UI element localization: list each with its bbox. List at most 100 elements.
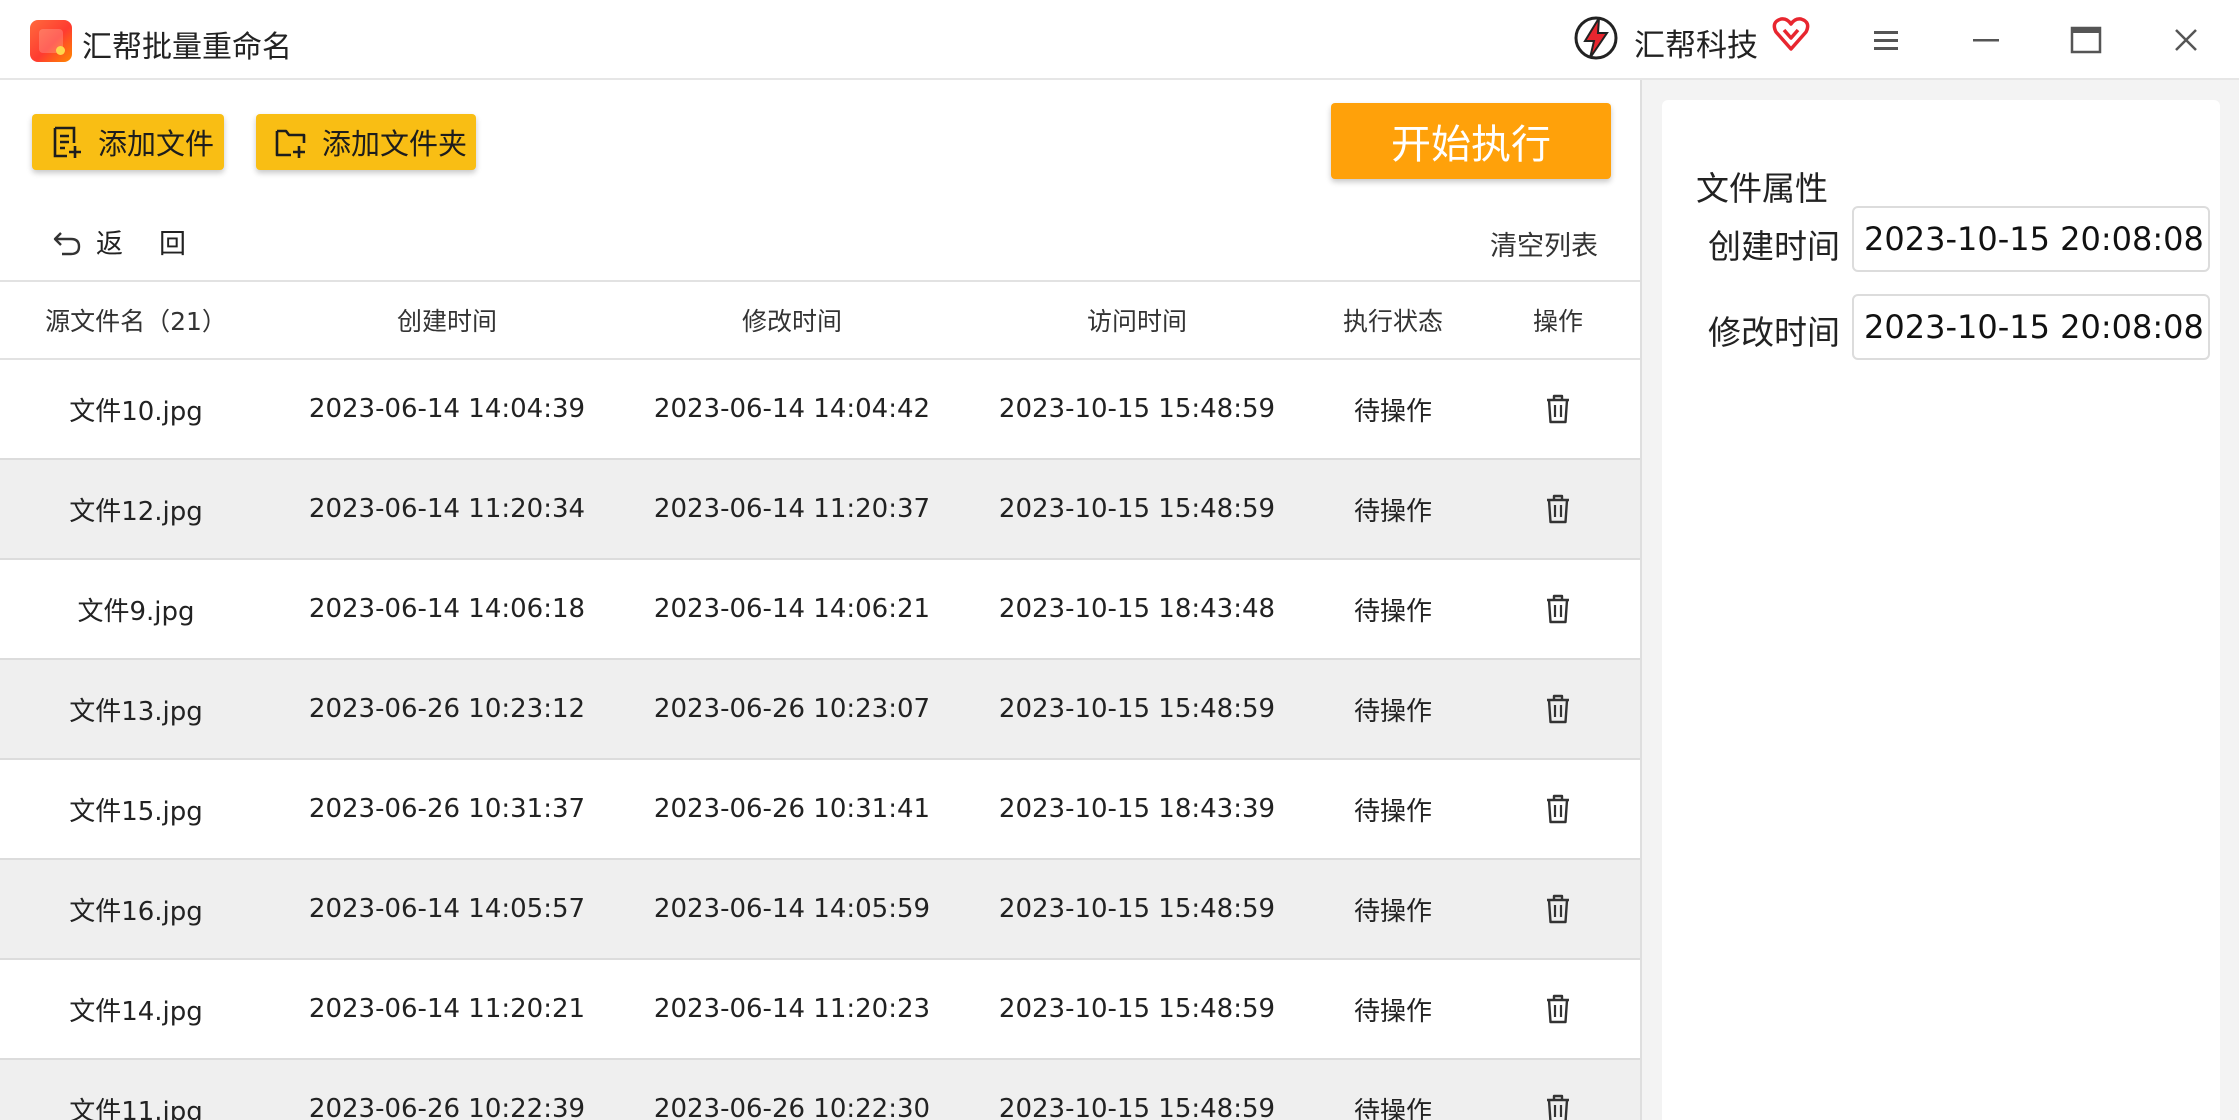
- cell-filename: 文件10.jpg: [69, 396, 203, 427]
- created-time-input[interactable]: [1852, 206, 2210, 272]
- cell-accessed-time: 2023-10-15 18:43:48: [998, 594, 1276, 624]
- header-created-time[interactable]: 创建时间: [272, 282, 622, 358]
- cell-created-time: 2023-06-14 14:05:57: [308, 894, 586, 924]
- cell-modified-time: 2023-06-14 14:04:42: [653, 394, 931, 424]
- trash-icon[interactable]: [1543, 893, 1573, 925]
- table-row[interactable]: 文件15.jpg 2023-06-26 10:31:37 2023-06-26 10…: [0, 760, 1642, 860]
- cell-status: 待操作: [1353, 596, 1432, 627]
- cell-status: 待操作: [1353, 496, 1432, 527]
- cell-accessed-time: 2023-10-15 15:48:59: [998, 1094, 1276, 1120]
- cell-status: 待操作: [1353, 696, 1432, 727]
- table-row[interactable]: 文件12.jpg 2023-06-14 11:20:34 2023-06-14 11…: [0, 460, 1642, 560]
- cell-created-time: 2023-06-14 14:06:18: [308, 594, 586, 624]
- menu-icon[interactable]: [1866, 20, 1906, 60]
- cell-modified-time: 2023-06-14 14:05:59: [653, 894, 931, 924]
- cell-actions: [1474, 460, 1642, 558]
- app-title: 汇帮批量重命名: [82, 30, 292, 65]
- cell-created-time: 2023-06-14 11:20:21: [308, 994, 586, 1024]
- created-time-label: 创建时间: [1708, 227, 1840, 266]
- cell-modified-time: 2023-06-14 14:06:21: [653, 594, 931, 624]
- cell-accessed-time: 2023-10-15 15:48:59: [998, 994, 1276, 1024]
- cell-accessed-time: 2023-10-15 15:48:59: [998, 394, 1276, 424]
- table-row[interactable]: 文件11.jpg 2023-06-26 10:22:39 2023-06-26 10…: [0, 1060, 1642, 1120]
- back-button[interactable]: 返回: [52, 222, 222, 261]
- table-body: 文件10.jpg 2023-06-14 14:04:39 2023-06-14 14…: [0, 360, 1642, 1120]
- cell-status: 待操作: [1353, 1096, 1432, 1120]
- brand-logo-icon: [1574, 16, 1618, 60]
- cell-created-time: 2023-06-26 10:22:39: [308, 1094, 586, 1120]
- cell-created-time: 2023-06-14 14:04:39: [308, 394, 586, 424]
- cell-status: 待操作: [1353, 396, 1432, 427]
- undo-arrow-icon: [53, 231, 81, 255]
- vip-heart-icon[interactable]: [1772, 16, 1810, 52]
- table-row[interactable]: 文件9.jpg 2023-06-14 14:06:18 2023-06-14 14:…: [0, 560, 1642, 660]
- table-row[interactable]: 文件16.jpg 2023-06-14 14:05:57 2023-06-14 14…: [0, 860, 1642, 960]
- brand-name: 汇帮科技: [1634, 28, 1758, 64]
- cell-accessed-time: 2023-10-15 18:43:39: [998, 794, 1276, 824]
- cell-filename: 文件14.jpg: [69, 996, 203, 1027]
- table-row[interactable]: 文件14.jpg 2023-06-14 11:20:21 2023-06-14 11…: [0, 960, 1642, 1060]
- trash-icon[interactable]: [1543, 593, 1573, 625]
- cell-filename: 文件11.jpg: [69, 1096, 203, 1120]
- header-status: 执行状态: [1342, 307, 1443, 336]
- properties-panel: 文件属性 创建时间 修改时间: [1642, 80, 2239, 1120]
- header-source-filename[interactable]: 源文件名（21）: [0, 282, 272, 358]
- cell-modified-time: 2023-06-26 10:23:07: [653, 694, 931, 724]
- minimize-icon[interactable]: [1966, 20, 2006, 60]
- cell-created-time: 2023-06-26 10:23:12: [308, 694, 586, 724]
- cell-filename: 文件9.jpg: [77, 596, 195, 627]
- start-button[interactable]: 开始执行: [1331, 103, 1611, 179]
- cell-accessed-time: 2023-10-15 15:48:59: [998, 494, 1276, 524]
- trash-icon[interactable]: [1543, 393, 1573, 425]
- trash-icon[interactable]: [1543, 693, 1573, 725]
- close-icon[interactable]: [2166, 20, 2206, 60]
- cell-accessed-time: 2023-10-15 15:48:59: [998, 694, 1276, 724]
- table-row[interactable]: 文件13.jpg 2023-06-26 10:23:12 2023-06-26 10…: [0, 660, 1642, 760]
- cell-actions: [1474, 860, 1642, 958]
- maximize-icon[interactable]: [2066, 20, 2106, 60]
- title-bar: 汇帮批量重命名 汇帮科技: [0, 0, 2239, 80]
- cell-modified-time: 2023-06-26 10:31:41: [653, 794, 931, 824]
- cell-filename: 文件16.jpg: [69, 896, 203, 927]
- cell-filename: 文件13.jpg: [69, 696, 203, 727]
- add-file-label: 添加文件: [98, 127, 215, 161]
- cell-filename: 文件12.jpg: [69, 496, 203, 527]
- table-header: 源文件名（21） 创建时间 修改时间 访问时间 执行状态 操作: [0, 280, 1642, 360]
- trash-icon[interactable]: [1543, 493, 1573, 525]
- cell-modified-time: 2023-06-14 11:20:37: [653, 494, 931, 524]
- cell-status: 待操作: [1353, 796, 1432, 827]
- table-row[interactable]: 文件10.jpg 2023-06-14 14:04:39 2023-06-14 14…: [0, 360, 1642, 460]
- cell-actions: [1474, 1060, 1642, 1120]
- cell-actions: [1474, 560, 1642, 658]
- header-actions: 操作: [1532, 307, 1583, 336]
- header-accessed-time[interactable]: 访问时间: [962, 282, 1312, 358]
- trash-icon[interactable]: [1543, 993, 1573, 1025]
- cell-actions: [1474, 760, 1642, 858]
- cell-created-time: 2023-06-14 11:20:34: [308, 494, 586, 524]
- trash-icon[interactable]: [1543, 1093, 1573, 1120]
- cell-status: 待操作: [1353, 896, 1432, 927]
- app-logo-icon: [30, 20, 72, 62]
- modified-time-label: 修改时间: [1708, 313, 1840, 352]
- properties-title: 文件属性: [1696, 169, 1828, 208]
- cell-filename: 文件15.jpg: [69, 796, 203, 827]
- trash-icon[interactable]: [1543, 793, 1573, 825]
- add-file-button[interactable]: 添加文件: [32, 114, 224, 170]
- add-folder-icon: [275, 129, 306, 158]
- cell-modified-time: 2023-06-14 11:20:23: [653, 994, 931, 1024]
- properties-card: 文件属性 创建时间 修改时间: [1662, 100, 2220, 1120]
- clear-list-button[interactable]: 清空列表: [1490, 224, 1598, 263]
- back-label: 返回: [96, 229, 222, 260]
- add-folder-button[interactable]: 添加文件夹: [256, 114, 476, 170]
- file-list-panel: 添加文件 添加文件夹 开始执行 返回 清空列表 源文件名（21） 创建时间 修改…: [0, 80, 1642, 1120]
- header-modified-time[interactable]: 修改时间: [622, 282, 962, 358]
- cell-actions: [1474, 360, 1642, 458]
- cell-actions: [1474, 660, 1642, 758]
- cell-modified-time: 2023-06-26 10:22:30: [653, 1094, 931, 1120]
- add-folder-label: 添加文件夹: [322, 127, 468, 161]
- modified-time-input[interactable]: [1852, 294, 2210, 360]
- add-file-icon: [53, 126, 81, 158]
- cell-accessed-time: 2023-10-15 15:48:59: [998, 894, 1276, 924]
- cell-status: 待操作: [1353, 996, 1432, 1027]
- cell-created-time: 2023-06-26 10:31:37: [308, 794, 586, 824]
